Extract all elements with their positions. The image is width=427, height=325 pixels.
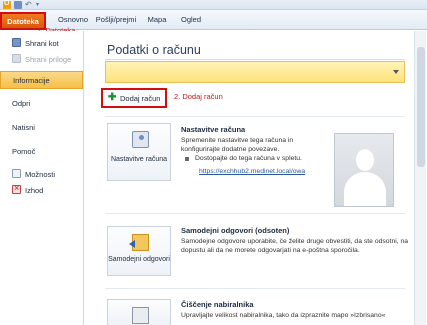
account-settings-button-label: Nastavitve računa — [110, 156, 168, 163]
account-settings-icon — [132, 131, 149, 148]
account-settings-title: Nastavitve računa — [181, 125, 246, 134]
outlook-icon — [3, 0, 11, 9]
options-icon — [12, 169, 21, 178]
bullet-icon — [185, 157, 189, 161]
nav-save-attachments-label: Shrani priloge — [25, 55, 72, 64]
scroll-thumb[interactable] — [417, 47, 425, 167]
account-settings-text: Spremenite nastavitve tega računa in kon… — [181, 137, 294, 153]
web-access-text: Dostopajte do tega računa v spletu. — [195, 155, 302, 162]
quick-access-toolbar: ↶ ▾ — [0, 0, 427, 10]
exit-icon — [12, 183, 21, 194]
step2-annotation: 2. Dodaj račun — [174, 92, 223, 101]
avatar-head — [356, 149, 374, 171]
nav-info-label: Informacije — [13, 76, 50, 85]
section-divider — [105, 288, 405, 289]
account-info-panel: Podatki o računu ✚ Dodaj račun 2. Dodaj … — [85, 31, 427, 325]
automatic-replies-title: Samodejni odgovori (odsoten) — [181, 226, 290, 235]
mailbox-cleanup-icon — [132, 307, 149, 324]
undo-icon[interactable]: ↶ — [25, 1, 33, 9]
owa-link[interactable]: https://exchhub2.medinet.local/owa — [199, 168, 305, 175]
nav-options[interactable]: Možnosti — [0, 168, 83, 180]
nav-exit-label: Izhod — [25, 186, 44, 195]
nav-print[interactable]: Natisni — [0, 123, 83, 135]
attachment-icon — [12, 54, 21, 63]
nav-open[interactable]: Odpri — [0, 99, 83, 111]
nav-save-as-label: Shrani kot — [25, 39, 59, 48]
title-divider — [105, 59, 405, 60]
avatar-body — [344, 172, 386, 206]
automatic-replies-text: Samodejne odgovore uporabite, če želite … — [181, 238, 409, 254]
section-divider — [105, 116, 405, 117]
tab-view[interactable]: Ogled — [176, 14, 206, 30]
save-as-icon — [12, 38, 21, 47]
page-title: Podatki o računu — [107, 43, 201, 57]
mailbox-cleanup-text: Upravljajte velikost nabiralnika, tako d… — [181, 312, 386, 319]
add-account-label: Dodaj račun — [120, 94, 161, 103]
mailbox-cleanup-button[interactable] — [107, 299, 171, 325]
nav-help-label: Pomoč — [12, 147, 36, 156]
nav-save-as[interactable]: Shrani kot — [0, 37, 83, 49]
account-settings-button[interactable]: Nastavitve računa — [107, 123, 171, 181]
automatic-replies-icon — [129, 234, 149, 251]
scrollbar[interactable] — [414, 31, 426, 325]
nav-open-label: Odpri — [12, 99, 31, 108]
nav-save-attachments: Shrani priloge — [0, 53, 83, 65]
chevron-down-icon — [393, 70, 399, 74]
avatar — [334, 133, 394, 207]
automatic-replies-button[interactable]: Samodejni odgovori — [107, 226, 171, 276]
nav-exit[interactable]: Izhod — [0, 183, 83, 196]
mailbox-cleanup-title: Čiščenje nabiralnika — [181, 300, 254, 309]
add-account-button[interactable]: ✚ Dodaj račun — [101, 88, 167, 108]
account-selector[interactable] — [105, 61, 405, 83]
backstage-nav: Shrani kot Shrani priloge Informacije Od… — [0, 31, 84, 325]
nav-info[interactable]: Informacije — [0, 71, 83, 89]
nav-print-label: Natisni — [12, 123, 35, 132]
nav-help[interactable]: Pomoč — [0, 147, 83, 159]
customize-toolbar-icon[interactable]: ▾ — [36, 1, 44, 9]
tab-folder[interactable]: Mapa — [145, 14, 169, 30]
nav-options-label: Možnosti — [25, 170, 56, 179]
plus-icon: ✚ — [108, 92, 117, 103]
section-divider — [105, 213, 405, 214]
automatic-replies-button-label: Samodejni odgovori — [108, 256, 170, 263]
tab-send-receive[interactable]: Pošlji/prejmi — [91, 14, 141, 30]
save-icon[interactable] — [14, 1, 22, 9]
